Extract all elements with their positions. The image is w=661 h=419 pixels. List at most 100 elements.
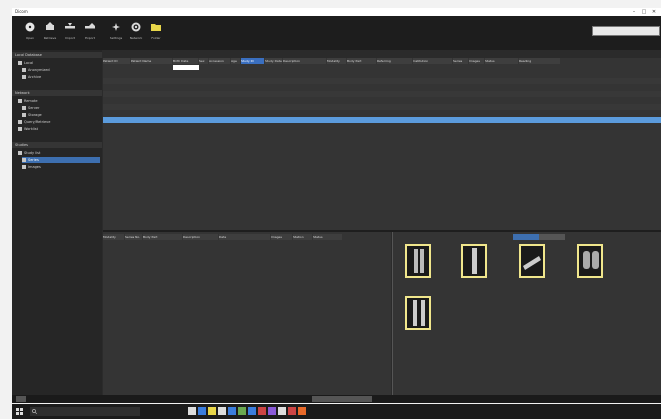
table-row[interactable] — [103, 116, 661, 123]
tree-item-series[interactable]: Series — [22, 157, 100, 163]
series-column-modality[interactable]: Modality — [103, 234, 124, 240]
series-column-status[interactable]: Status — [313, 234, 342, 240]
table-cell — [377, 71, 412, 77]
column-header-birth-date[interactable]: Birth Date — [173, 58, 198, 64]
thumbnail-tab-1[interactable] — [513, 234, 539, 240]
folder-icon — [151, 24, 161, 31]
thumbnail-tab-2[interactable] — [539, 234, 565, 240]
maximize-button[interactable]: □ — [639, 8, 649, 16]
export-button[interactable]: Export — [82, 20, 98, 46]
column-header-study-date[interactable]: Study Date — [265, 58, 282, 64]
column-header-referring[interactable]: Referring — [377, 58, 412, 64]
table-cell — [413, 91, 452, 97]
series-cell — [143, 274, 182, 280]
section-local-database[interactable]: Local Database — [12, 52, 102, 58]
section-network[interactable]: Network — [12, 90, 102, 96]
series-column-series-no-[interactable]: Series No. — [125, 234, 142, 240]
network-button[interactable]: Network — [128, 20, 144, 46]
taskbar-app-icon[interactable] — [288, 407, 296, 415]
thumbnail-leg-xray[interactable] — [457, 244, 491, 286]
column-header-series[interactable]: Series — [453, 58, 468, 64]
series-grid: Modality Series No. Body Part Description Da… — [103, 232, 391, 395]
column-header-sex[interactable]: Sex — [199, 58, 208, 64]
retrieve-button[interactable]: Retrieve — [42, 20, 58, 46]
table-row[interactable] — [103, 97, 661, 103]
table-row[interactable] — [103, 90, 661, 97]
series-column-station[interactable]: Station — [293, 234, 312, 240]
taskbar-app-icon[interactable] — [238, 407, 246, 415]
column-header-description[interactable]: Description — [283, 58, 326, 64]
settings-button[interactable]: Settings — [108, 20, 124, 46]
series-row[interactable] — [103, 274, 391, 280]
series-column-date[interactable]: Date — [219, 234, 270, 240]
taskbar-app-icon[interactable] — [208, 407, 216, 415]
close-button[interactable]: ✕ — [649, 8, 659, 16]
table-cell — [485, 84, 518, 90]
taskbar-app-icon[interactable] — [248, 407, 256, 415]
tree-item-worklist[interactable]: Worklist — [18, 126, 38, 132]
windows-start-icon[interactable] — [16, 408, 23, 415]
column-header-images[interactable]: Images — [469, 58, 484, 64]
series-column-description[interactable]: Description — [183, 234, 218, 240]
column-header-reading[interactable]: Reading — [519, 58, 560, 64]
thumbnail-chest-xray[interactable] — [573, 244, 607, 286]
column-header-accession[interactable]: Accession — [209, 58, 230, 64]
tree-item-archive[interactable]: Archive — [22, 74, 41, 80]
minimize-button[interactable]: – — [629, 8, 639, 16]
tree-item-storage[interactable]: Storage — [22, 112, 42, 118]
series-row[interactable] — [103, 255, 391, 261]
series-cell — [313, 261, 342, 267]
import-button[interactable]: Import — [62, 20, 78, 46]
column-header-modality[interactable]: Modality — [327, 58, 346, 64]
table-row[interactable] — [103, 77, 661, 84]
table-cell — [209, 110, 230, 116]
table-cell — [327, 117, 346, 123]
search-input[interactable] — [592, 26, 660, 36]
series-row[interactable] — [103, 261, 391, 267]
tree-item-local[interactable]: Local — [18, 60, 33, 66]
status-center-button[interactable] — [312, 396, 372, 402]
series-column-images[interactable]: Images — [271, 234, 292, 240]
taskbar-app-icon[interactable] — [228, 407, 236, 415]
taskbar-app-icon[interactable] — [188, 407, 196, 415]
taskbar-app-icon[interactable] — [278, 407, 286, 415]
table-cell — [519, 104, 560, 110]
column-header-patient-name[interactable]: Patient Name — [131, 58, 172, 64]
column-header-patient-id[interactable]: Patient ID — [103, 58, 130, 64]
table-cell — [199, 78, 208, 84]
column-header-institution[interactable]: Institution — [413, 58, 452, 64]
taskbar-search[interactable] — [30, 407, 140, 416]
status-left-button[interactable] — [16, 396, 26, 402]
table-row[interactable] — [103, 71, 661, 77]
column-header-body-part[interactable]: Body Part — [347, 58, 376, 64]
folder-button[interactable]: Folder — [148, 20, 164, 46]
tree-item-images[interactable]: Images — [22, 164, 41, 170]
filter-input[interactable] — [173, 65, 199, 70]
table-row[interactable] — [103, 103, 661, 110]
table-row[interactable] — [103, 84, 661, 90]
tree-item-anonymized[interactable]: Anonymized — [22, 67, 50, 73]
open-button[interactable]: Open — [22, 20, 38, 46]
series-row[interactable] — [103, 248, 391, 254]
tree-item-server[interactable]: Server — [22, 105, 39, 111]
taskbar-app-icon[interactable] — [218, 407, 226, 415]
table-cell — [241, 78, 264, 84]
tree-item-study-list[interactable]: Study list — [18, 150, 40, 156]
table-row[interactable] — [103, 123, 661, 129]
taskbar-app-icon[interactable] — [258, 407, 266, 415]
tree-item-remote[interactable]: Remote — [18, 98, 38, 104]
tree-item-query-retrieve[interactable]: Query/Retrieve — [18, 119, 50, 125]
series-column-body-part[interactable]: Body Part — [143, 234, 182, 240]
column-header-study-id[interactable]: Study ID — [241, 58, 264, 64]
thumbnail-knee-xray[interactable] — [401, 244, 435, 286]
taskbar-app-icon[interactable] — [198, 407, 206, 415]
column-header-age[interactable]: Age — [231, 58, 240, 64]
taskbar-app-icon[interactable] — [268, 407, 276, 415]
section-studies[interactable]: Studies — [12, 142, 102, 148]
table-row[interactable] — [103, 110, 661, 116]
thumbnail-knees-xray[interactable] — [401, 296, 435, 338]
thumbnail-foot-xray[interactable] — [515, 244, 549, 286]
column-header-status[interactable]: Status — [485, 58, 518, 64]
series-row[interactable] — [103, 268, 391, 274]
taskbar-app-icon[interactable] — [298, 407, 306, 415]
